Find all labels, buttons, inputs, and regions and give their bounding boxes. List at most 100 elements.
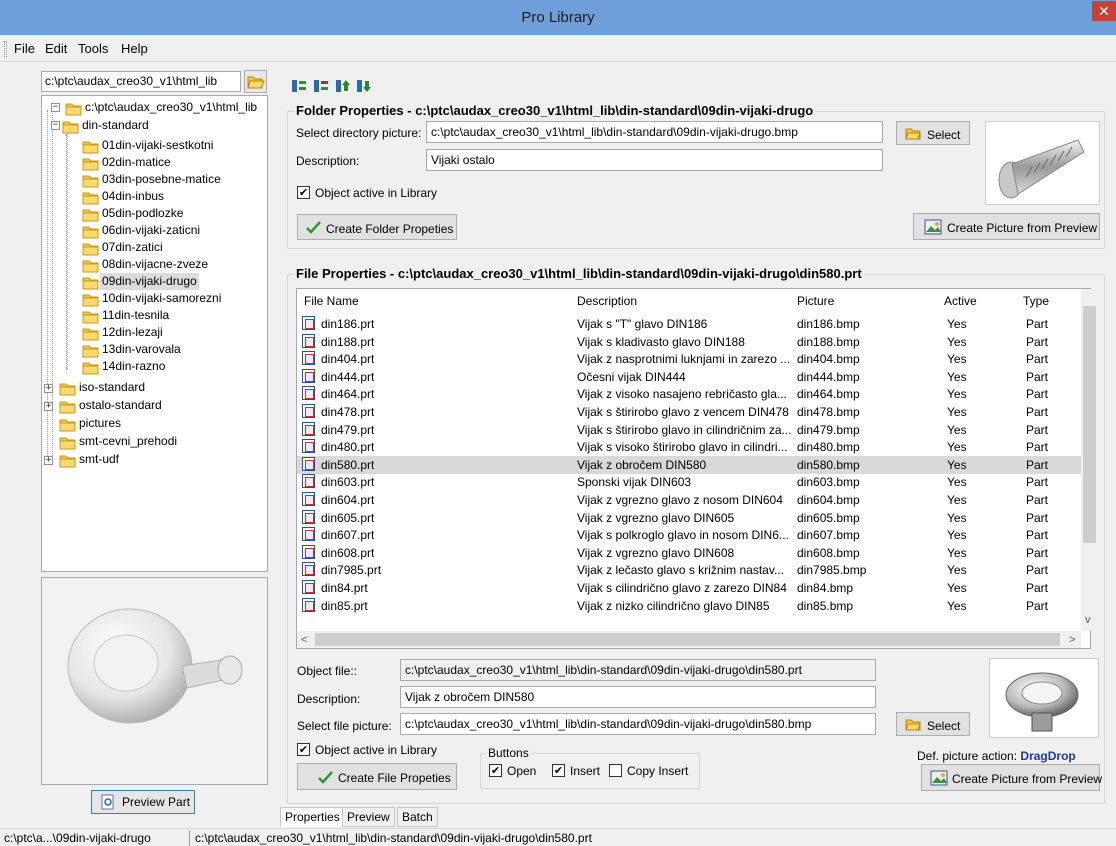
folder-open-icon [247, 76, 265, 89]
table-row[interactable]: din188.prt Vijak s kladivasto glavo DIN18… [297, 333, 1081, 351]
table-row[interactable]: din607.prt Vijak s polkroglo glavo in nos… [297, 526, 1081, 544]
table-row[interactable]: din85.prt Vijak z nizko cilindrično glavo… [297, 597, 1081, 615]
cell-file-name: din464.prt [321, 387, 375, 402]
table-row[interactable]: din186.prt Vijak s "T" glavo DIN186 din186… [297, 315, 1081, 333]
create-folder-properties-button[interactable]: Create Folder Propeties [297, 214, 457, 240]
move-up-tree-icon[interactable] [335, 78, 351, 94]
cell-active: Yes [947, 422, 967, 437]
cell-picture: din464.bmp [797, 387, 860, 402]
def-picture-action-label: Def. picture action: DragDrop [917, 749, 1076, 763]
folder-icon [82, 209, 99, 222]
table-row[interactable]: din603.prt Sponski vijak DIN603 din603.bmp… [297, 473, 1081, 491]
create-folder-picture-button[interactable]: Create Picture from Preview [913, 213, 1100, 240]
column-description[interactable]: Description [577, 292, 637, 310]
file-active-checkbox[interactable]: ✔ [297, 743, 310, 756]
column-file-name[interactable]: File Name [304, 292, 359, 310]
scroll-down-icon[interactable]: v [1085, 614, 1091, 626]
cell-description: Vijak s štirirobo glavo in cilindričnim … [577, 422, 792, 437]
table-row[interactable]: din480.prt Vijak s visoko štirirobo glavo… [297, 438, 1081, 456]
file-description-input[interactable]: Vijak z obročem DIN580 [400, 686, 876, 708]
def-picture-action-value[interactable]: DragDrop [1020, 749, 1075, 763]
vertical-scroll-thumb[interactable] [1083, 306, 1096, 543]
table-row[interactable]: din604.prt Vijak z vgrezno glavo z nosom … [297, 491, 1081, 509]
cell-description: Vijak s visoko štirirobo glavo in cilind… [577, 440, 788, 455]
menu-edit[interactable]: Edit [45, 40, 67, 58]
cell-picture: din85.bmp [797, 598, 854, 613]
folder-icon [82, 141, 99, 154]
menu-bar [0, 35, 1116, 62]
part-preview-image [41, 577, 268, 785]
table-row[interactable]: din479.prt Vijak s štirirobo glavo in cil… [297, 421, 1081, 439]
cell-file-name: din404.prt [321, 352, 375, 367]
tab-properties[interactable]: Properties [280, 807, 345, 827]
file-description-label: Description: [297, 692, 361, 706]
add-folder-tree-icon[interactable] [291, 78, 307, 94]
cell-active: Yes [947, 457, 967, 472]
table-row[interactable]: din444.prt Očesni vijak DIN444 din444.bmp Y… [297, 368, 1081, 386]
part-file-icon [302, 333, 315, 348]
column-type[interactable]: Type [1023, 292, 1049, 310]
cell-file-name: din444.prt [321, 369, 375, 384]
folder-open-icon [62, 121, 79, 134]
status-folder-path: c:\ptc\a...\09din-vijaki-drugo [4, 831, 151, 845]
cell-type: Part [1026, 405, 1049, 419]
file-select-button[interactable]: Select [896, 712, 970, 736]
eye-bolt-image [1005, 672, 1079, 732]
create-file-picture-button[interactable]: Create Picture from Preview [921, 764, 1102, 791]
scroll-right-icon[interactable]: > [1069, 634, 1075, 646]
table-row[interactable]: din608.prt Vijak z vgrezno glavo DIN608 di… [297, 544, 1081, 562]
folder-select-button[interactable]: Select [896, 121, 970, 145]
table-row[interactable]: din605.prt Vijak z vgrezno glavo DIN605 di… [297, 509, 1081, 527]
folder-description-input[interactable]: Vijaki ostalo [426, 149, 883, 171]
horizontal-scroll-thumb[interactable] [315, 633, 1060, 646]
table-row[interactable]: din7985.prt Vijak z lečasto glavo s križn… [297, 561, 1081, 579]
preview-part-button[interactable]: Preview Part [91, 790, 195, 814]
table-row[interactable]: din478.prt Vijak s štirirobo glavo z venc… [297, 403, 1081, 421]
move-down-tree-icon[interactable] [356, 78, 372, 94]
folder-icon [82, 362, 99, 375]
cell-active: Yes [947, 475, 967, 490]
cell-file-name: din604.prt [321, 493, 375, 507]
table-row[interactable]: din404.prt Vijak z nasprotnimi luknjami i… [297, 350, 1081, 368]
tab-batch[interactable]: Batch [397, 807, 438, 827]
copy-insert-checkbox[interactable] [609, 764, 622, 777]
file-picture-input[interactable]: c:\ptc\audax_creo30_v1\html_lib\din-stan… [400, 713, 876, 735]
scroll-left-icon[interactable]: < [301, 634, 307, 646]
folder-icon [82, 311, 99, 324]
edit-tree-icon[interactable] [313, 78, 329, 94]
cell-file-name: din603.prt [321, 475, 375, 490]
cell-active: Yes [947, 387, 967, 402]
open-checkbox[interactable]: ✔ [489, 764, 502, 777]
cell-picture: din404.bmp [797, 352, 860, 367]
table-row[interactable]: din464.prt Vijak z visoko nasajeno rebrič… [297, 385, 1081, 403]
cell-active: Yes [947, 563, 967, 578]
cell-active: Yes [947, 317, 967, 331]
cell-type: Part [1026, 563, 1049, 578]
table-row[interactable]: din84.prt Vijak s cilindrično glavo z zar… [297, 579, 1081, 597]
part-file-icon [302, 544, 315, 559]
dir-picture-input[interactable]: c:\ptc\audax_creo30_v1\html_lib\din-stan… [426, 121, 883, 143]
screw-image [998, 139, 1085, 199]
column-active[interactable]: Active [944, 292, 977, 310]
insert-checkbox[interactable]: ✔ [552, 764, 565, 777]
library-path-input[interactable]: c:\ptc\audax_creo30_v1\html_lib [41, 71, 241, 92]
table-row[interactable]: din580.prt Vijak z obročem DIN580 din580.b… [297, 455, 1081, 474]
browse-folder-button[interactable] [244, 70, 267, 93]
object-file-input[interactable]: c:\ptc\audax_creo30_v1\html_lib\din-stan… [400, 659, 876, 681]
menu-tools[interactable]: Tools [78, 40, 108, 58]
menu-help[interactable]: Help [121, 40, 148, 58]
folder-description-label: Description: [296, 154, 360, 168]
cell-description: Vijak s kladivasto glavo DIN188 [577, 334, 745, 349]
cell-picture: din608.bmp [797, 545, 860, 560]
column-picture[interactable]: Picture [797, 292, 834, 310]
cell-picture: din479.bmp [797, 422, 860, 437]
folder-icon [59, 383, 76, 396]
folder-icon [82, 175, 99, 188]
tab-preview[interactable]: Preview [342, 807, 395, 827]
folder-icon [59, 401, 76, 414]
close-button[interactable]: ✕ [1092, 1, 1116, 21]
folder-active-checkbox[interactable]: ✔ [297, 186, 310, 199]
cell-type: Part [1026, 493, 1049, 507]
menu-file[interactable]: File [14, 40, 35, 58]
create-file-properties-button[interactable]: Create File Propeties [297, 763, 457, 790]
